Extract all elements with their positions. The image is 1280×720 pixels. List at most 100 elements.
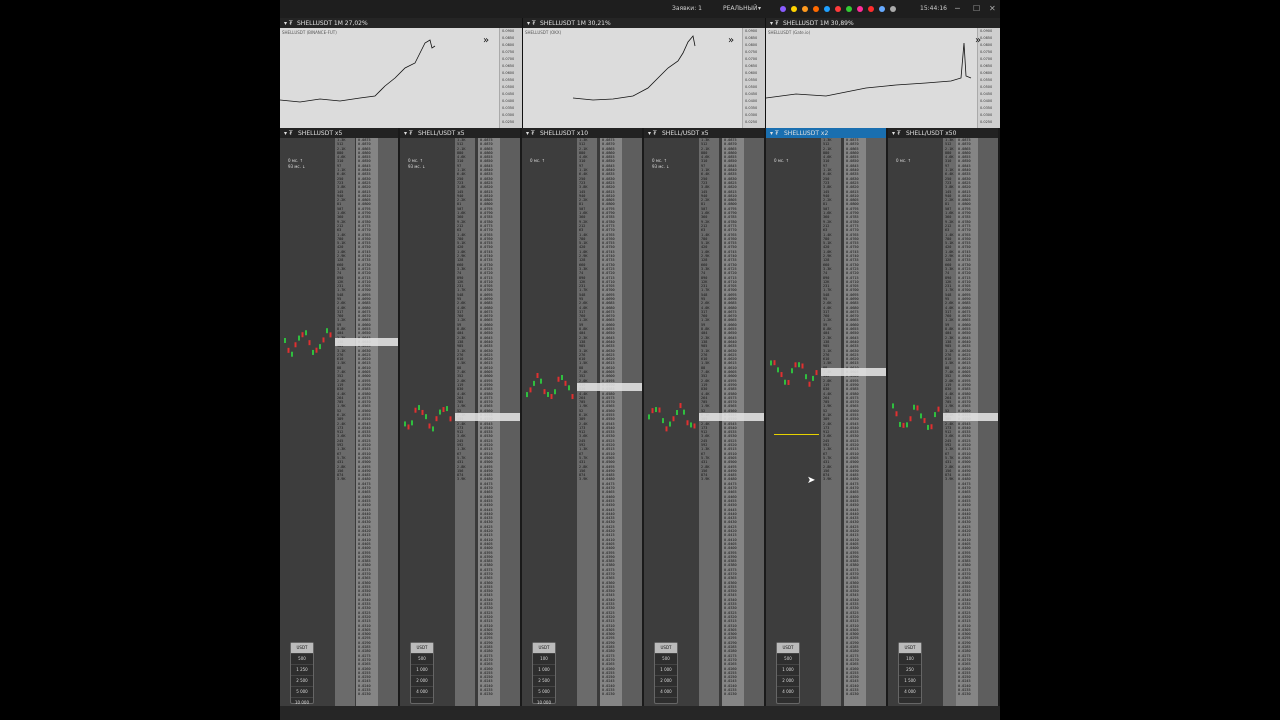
color-group-dot[interactable] xyxy=(824,6,830,12)
lot-size-option[interactable]: USDT xyxy=(533,643,555,654)
lot-size-option[interactable]: 1 250 xyxy=(291,665,313,676)
price-chart-3[interactable]: ▾ ₮ SHELLUSDT 1M 30,89% SHELLUSDT (Gate.i… xyxy=(766,18,1000,128)
status-bar xyxy=(280,706,1000,720)
candle xyxy=(899,421,901,427)
maximize-icon[interactable]: ☐ xyxy=(973,4,980,13)
lot-size-option[interactable]: 4 000 xyxy=(899,687,921,698)
price-axis-label: 0.0750 xyxy=(745,50,758,54)
lot-size-option[interactable]: USDT xyxy=(411,643,433,654)
lot-size-option[interactable]: 2 000 xyxy=(655,676,677,687)
order-book-tab[interactable]: ▾ ₮ SHELLUSDT x10 xyxy=(522,128,642,138)
price-chart-2[interactable]: ▾ ₮ SHELLUSDT 1M 30,21% SHELLUSDT (OKX) 0… xyxy=(523,18,766,128)
lot-size-option[interactable]: 4 000 xyxy=(655,687,677,698)
color-group-dot[interactable] xyxy=(802,6,808,12)
lot-size-option[interactable]: 1 000 xyxy=(655,665,677,676)
candle xyxy=(526,392,528,398)
cluster-chart-area[interactable]: 0 мс. ↑ 93 мс. ↓ USDT 500 1 250 2 500 5 000 10 … xyxy=(280,138,335,706)
price-ladder-column[interactable]: 0.0875 0.0870 0.0865 0.0860 0.0855 0.085… xyxy=(956,138,980,706)
lot-size-selector[interactable]: USDT 500 1 000 2 000 4 000 xyxy=(776,642,800,704)
order-book-tab[interactable]: ▾ ₮ SHELL/USDT x5 xyxy=(644,128,764,138)
lot-size-option[interactable]: USDT xyxy=(899,643,921,654)
color-group-dot[interactable] xyxy=(835,6,841,12)
lot-size-selector[interactable]: USDT 100 1 000 2 500 5 000 10 000 xyxy=(532,642,556,706)
lot-size-selector[interactable]: USDT 500 1 000 2 000 4 000 xyxy=(410,642,434,704)
order-book-tab[interactable]: ▾ ₮ SHELL/USDT x50 xyxy=(888,128,998,138)
lot-size-option[interactable]: 500 xyxy=(655,654,677,665)
lot-size-option[interactable]: 2 500 xyxy=(533,676,555,687)
order-book-panel[interactable]: ▾ ₮ SHELL/USDT x50 0 мс. ↑ USDT 100 250 1 500 4… xyxy=(888,128,1000,706)
price-chart-1[interactable]: ▾ ₮ SHELLUSDT 1M 27,02% SHELLUSDT (BINANC… xyxy=(280,18,523,128)
lot-size-option[interactable]: 250 xyxy=(899,665,921,676)
volume-column[interactable]: 1.3K 512 2.1K 880 4.6K 310 97 1.1K 6.4K … xyxy=(455,138,475,706)
lot-size-option[interactable]: 2 000 xyxy=(411,676,433,687)
lot-size-selector[interactable]: USDT 500 1 250 2 500 5 000 10 000 xyxy=(290,642,314,706)
order-book-panel[interactable]: ▾ ₮ SHELLUSDT x2 0 мс. ↑ USDT 500 1 000 2 000 4… xyxy=(766,128,888,706)
expand-icon[interactable]: » xyxy=(483,35,489,46)
lot-size-option[interactable]: 1 500 xyxy=(899,676,921,687)
color-group-dot[interactable] xyxy=(879,6,885,12)
color-group-dot[interactable] xyxy=(813,6,819,12)
lot-size-option[interactable]: 4 000 xyxy=(777,687,799,698)
level-line[interactable] xyxy=(774,434,819,435)
price-ladder-column[interactable]: 0.0875 0.0870 0.0865 0.0860 0.0855 0.085… xyxy=(600,138,624,706)
price-ladder-column[interactable]: 0.0875 0.0870 0.0865 0.0860 0.0855 0.085… xyxy=(722,138,746,706)
chart-tab-1[interactable]: ▾ ₮ SHELLUSDT 1M 27,02% xyxy=(280,18,522,28)
order-book-tab[interactable]: ▾ ₮ SHELL/USDT x5 xyxy=(400,128,520,138)
trading-mode-select[interactable]: РЕАЛЬНЫЙ xyxy=(723,5,757,12)
chevron-down-icon[interactable]: ▾ xyxy=(758,5,761,12)
order-book-panel[interactable]: ▾ ₮ SHELLUSDT x10 0 мс. ↑ USDT 100 1 000 2 500… xyxy=(522,128,644,706)
lot-size-option[interactable]: 100 xyxy=(899,654,921,665)
lot-size-option[interactable]: USDT xyxy=(655,643,677,654)
lot-size-selector[interactable]: USDT 500 1 000 2 000 4 000 xyxy=(654,642,678,704)
color-group-dot[interactable] xyxy=(846,6,852,12)
volume-column[interactable]: 1.3K 512 2.1K 880 4.6K 310 97 1.1K 6.4K … xyxy=(335,138,355,706)
cluster-chart-area[interactable]: 0 мс. ↑ USDT 500 1 000 2 000 4 000 xyxy=(766,138,821,706)
order-book-tab[interactable]: ▾ ₮ SHELLUSDT x2 xyxy=(766,128,886,138)
lot-size-option[interactable]: USDT xyxy=(291,643,313,654)
lot-size-option[interactable]: 500 xyxy=(291,654,313,665)
lot-size-option[interactable]: 5 000 xyxy=(533,687,555,698)
order-book-panel[interactable]: ▾ ₮ SHELL/USDT x5 0 мс. ↑ 93 мс. ↓ USDT 500 1 … xyxy=(644,128,766,706)
trading-terminal: Заявки: 1 РЕАЛЬНЫЙ ▾ 15:44:16 ─ ☐ ✕ ▾ ₮ S… xyxy=(280,0,1000,720)
cluster-chart-area[interactable]: 0 мс. ↑ USDT 100 1 000 2 500 5 000 10 000 xyxy=(522,138,577,706)
lot-size-option[interactable]: 1 000 xyxy=(411,665,433,676)
lot-size-option[interactable]: 10 000 xyxy=(291,698,313,706)
expand-icon[interactable]: » xyxy=(728,35,734,46)
orders-counter[interactable]: Заявки: 1 xyxy=(672,5,702,12)
lot-size-option[interactable]: 1 000 xyxy=(777,665,799,676)
lot-size-option[interactable]: 2 500 xyxy=(291,676,313,687)
cluster-chart-area[interactable]: 0 мс. ↑ 93 мс. ↓ USDT 500 1 000 2 000 4 000 xyxy=(400,138,455,706)
color-group-dot[interactable] xyxy=(780,6,786,12)
cluster-chart-area[interactable]: 0 мс. ↑ 93 мс. ↓ USDT 500 1 000 2 000 4 000 xyxy=(644,138,699,706)
price-ladder-column[interactable]: 0.0875 0.0870 0.0865 0.0860 0.0855 0.085… xyxy=(844,138,868,706)
price-axis-label: 0.0500 xyxy=(502,85,515,89)
lot-size-option[interactable]: 10 000 xyxy=(533,698,555,706)
color-group-dot[interactable] xyxy=(868,6,874,12)
minimize-icon[interactable]: ─ xyxy=(955,4,960,13)
volume-column[interactable]: 1.3K 512 2.1K 880 4.6K 310 97 1.1K 6.4K … xyxy=(821,138,841,706)
lot-size-option[interactable]: 4 000 xyxy=(411,687,433,698)
expand-icon[interactable]: » xyxy=(975,35,981,46)
price-ladder-column[interactable]: 0.0875 0.0870 0.0865 0.0860 0.0855 0.085… xyxy=(478,138,502,706)
lot-size-option[interactable]: 1 000 xyxy=(533,665,555,676)
lot-size-selector[interactable]: USDT 100 250 1 500 4 000 xyxy=(898,642,922,704)
chart-tab-2[interactable]: ▾ ₮ SHELLUSDT 1M 30,21% xyxy=(523,18,765,28)
order-book-panel[interactable]: ▾ ₮ SHELLUSDT x5 0 мс. ↑ 93 мс. ↓ USDT 500 1 2… xyxy=(280,128,400,706)
lot-size-option[interactable]: 5 000 xyxy=(291,687,313,698)
lot-size-option[interactable]: 100 xyxy=(533,654,555,665)
color-group-dot[interactable] xyxy=(791,6,797,12)
color-group-dot[interactable] xyxy=(857,6,863,12)
chart-tab-3[interactable]: ▾ ₮ SHELLUSDT 1M 30,89% xyxy=(766,18,1000,28)
cluster-chart-area[interactable]: 0 мс. ↑ USDT 100 250 1 500 4 000 xyxy=(888,138,943,706)
color-group-dot[interactable] xyxy=(890,6,896,12)
order-book-panel[interactable]: ▾ ₮ SHELL/USDT x5 0 мс. ↑ 93 мс. ↓ USDT 500 1 … xyxy=(400,128,522,706)
lot-size-option[interactable]: 500 xyxy=(777,654,799,665)
lot-size-option[interactable]: USDT xyxy=(777,643,799,654)
volume-column[interactable]: 1.3K 512 2.1K 880 4.6K 310 97 1.1K 6.4K … xyxy=(699,138,719,706)
volume-column[interactable]: 1.3K 512 2.1K 880 4.6K 310 97 1.1K 6.4K … xyxy=(577,138,597,706)
lot-size-option[interactable]: 500 xyxy=(411,654,433,665)
order-book-tab[interactable]: ▾ ₮ SHELLUSDT x5 xyxy=(280,128,398,138)
lot-size-option[interactable]: 2 000 xyxy=(777,676,799,687)
close-icon[interactable]: ✕ xyxy=(989,4,996,13)
price-ladder-column[interactable]: 0.0875 0.0870 0.0865 0.0860 0.0855 0.085… xyxy=(356,138,380,706)
